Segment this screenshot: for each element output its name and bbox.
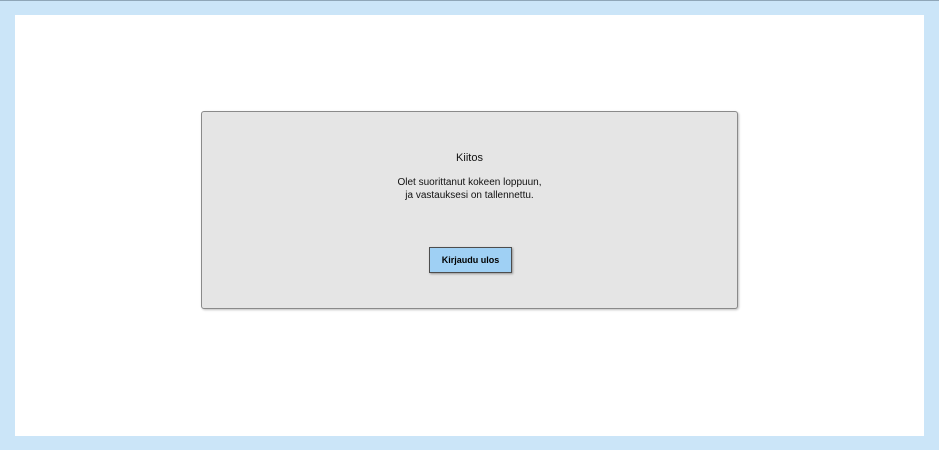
dialog-message-line-1: Olet suorittanut kokeen loppuun, [397, 177, 542, 188]
completion-dialog: Kiitos Olet suorittanut kokeen loppuun, … [201, 111, 738, 309]
logout-button[interactable]: Kirjaudu ulos [429, 247, 512, 273]
dialog-message: Olet suorittanut kokeen loppuun, ja vast… [202, 176, 737, 202]
dialog-title: Kiitos [456, 152, 483, 164]
window-top-border [0, 0, 939, 1]
dialog-message-line-2: ja vastauksesi on tallennettu. [405, 190, 534, 201]
